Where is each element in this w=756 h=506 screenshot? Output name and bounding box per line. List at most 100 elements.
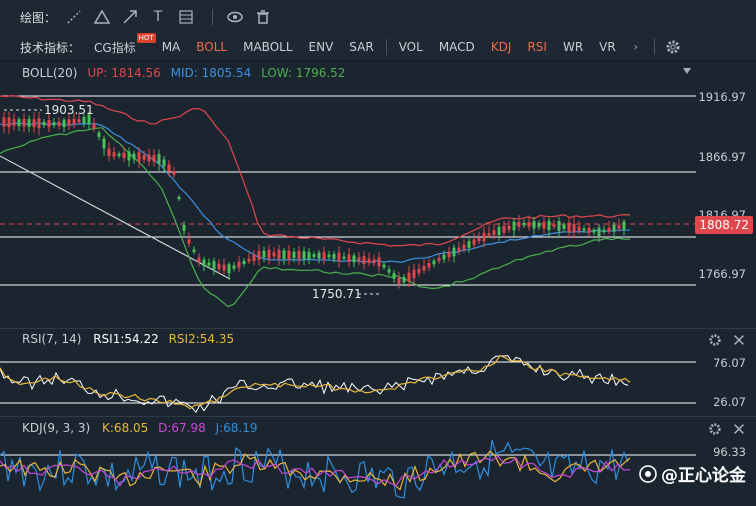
candle-body (442, 254, 446, 260)
rsi2-value: RSI2:54.35 (168, 332, 235, 346)
candle-body (172, 171, 176, 175)
rsi-close-icon[interactable] (732, 333, 746, 347)
candle-body (197, 257, 201, 263)
ray-tool-icon[interactable] (118, 6, 142, 28)
candle-body (437, 257, 441, 262)
candle-body (432, 260, 436, 265)
boll-lower-band (0, 127, 630, 308)
indicator-cg[interactable]: CG指标 HOT (94, 32, 156, 56)
candle-body (242, 260, 246, 264)
candle-body (527, 222, 531, 227)
candle-body (157, 153, 161, 164)
candle-body (152, 155, 156, 162)
candle-body (187, 239, 191, 244)
eye-icon[interactable] (223, 6, 247, 28)
candle-body (497, 226, 501, 236)
indicator-sar[interactable]: SAR (349, 40, 373, 54)
candle-body (17, 119, 21, 127)
candle-body (447, 251, 451, 258)
indicator-wr[interactable]: WR (563, 40, 583, 54)
candle-body (122, 152, 126, 159)
candle-body (602, 229, 606, 233)
indicator-ma[interactable]: MA (162, 40, 181, 54)
candle-body (182, 225, 186, 231)
indicator-rsi[interactable]: RSI (527, 40, 547, 54)
candle-body (227, 264, 231, 274)
candle-body (232, 265, 236, 269)
candle-body (107, 148, 111, 156)
candle-body (347, 254, 351, 262)
candle-body (407, 272, 411, 282)
rsi-chart[interactable] (0, 348, 700, 416)
candle-body (507, 225, 511, 230)
indicator-kdj[interactable]: KDJ (491, 40, 512, 54)
settings-gear-icon[interactable] (661, 36, 685, 58)
candle-body (207, 262, 211, 266)
candle-body (592, 229, 596, 233)
candle-body (237, 261, 241, 268)
candle-body (252, 254, 256, 261)
indicator-maboll[interactable]: MABOLL (243, 40, 292, 54)
boll-middle-band (0, 122, 630, 263)
text-tool-icon[interactable]: T (146, 6, 170, 28)
collapse-arrow-icon[interactable] (682, 66, 692, 76)
kdj-legend: KDJ(9, 3, 3) K:68.05 D:67.98 J:68.19 (22, 421, 258, 435)
candle-body (532, 220, 536, 229)
candle-body (512, 221, 516, 231)
indicator-label: 技术指标： (20, 40, 81, 55)
candle-body (587, 227, 591, 233)
rsi-title: RSI(7, 14) (22, 332, 82, 346)
indicator-toolbar: 技术指标： CG指标 HOT MA BOLL MABOLL ENV SAR VOL… (0, 32, 756, 61)
indicator-boll[interactable]: BOLL (196, 40, 227, 54)
trash-icon[interactable] (251, 6, 275, 28)
kdj-d-value: D:67.98 (158, 421, 206, 435)
kdj-k-line (0, 450, 631, 491)
candle-body (77, 119, 81, 123)
indicator-env[interactable]: ENV (309, 40, 334, 54)
candle-body (7, 117, 11, 128)
candle-body (247, 258, 251, 262)
candle-body (57, 121, 61, 127)
candle-body (297, 250, 301, 260)
candle-body (337, 252, 341, 262)
candle-body (317, 252, 321, 259)
kdj-chart[interactable] (0, 437, 700, 506)
candle-body (452, 247, 456, 257)
candle-body (267, 249, 271, 259)
triangle-tool-icon[interactable] (90, 6, 114, 28)
candle-body (397, 277, 401, 285)
candle-body (542, 221, 546, 229)
kdj-settings-icon[interactable] (708, 422, 722, 436)
boll-low-value: LOW: 1796.52 (261, 66, 346, 80)
candle-body (572, 223, 576, 233)
weibo-icon (639, 464, 657, 483)
candle-body (487, 233, 491, 236)
brand-name: @正心论金 (661, 466, 746, 486)
candle-body (162, 159, 166, 167)
rsi1-value: RSI1:54.22 (93, 332, 159, 346)
line-tool-icon[interactable] (62, 6, 86, 28)
candle-body (502, 225, 506, 233)
y-tick-1866: 1866.97 (698, 150, 746, 164)
candle-body (522, 222, 526, 226)
boll-up-value: UP: 1814.56 (87, 66, 161, 80)
chevron-right-icon[interactable]: › (624, 36, 648, 58)
candle-body (482, 232, 486, 242)
indicator-divider (385, 39, 387, 55)
boll-legend: BOLL(20) UP: 1814.56 MID: 1805.54 LOW: 1… (22, 66, 345, 80)
candle-body (302, 251, 306, 260)
hot-badge: HOT (136, 32, 156, 43)
candle-body (32, 119, 36, 128)
low-price-note: 1750.71 (312, 287, 362, 301)
candle-body (577, 226, 581, 231)
indicator-vr[interactable]: VR (599, 40, 616, 54)
indicator-vol[interactable]: VOL (399, 40, 423, 54)
candle-body (282, 250, 286, 259)
rsi-settings-icon[interactable] (708, 333, 722, 347)
main-price-chart[interactable] (0, 84, 756, 326)
fib-tool-icon[interactable] (174, 6, 198, 28)
candle-body (312, 254, 316, 257)
indicator-macd[interactable]: MACD (439, 40, 475, 54)
candle-body (607, 227, 611, 232)
kdj-close-icon[interactable] (732, 422, 746, 436)
